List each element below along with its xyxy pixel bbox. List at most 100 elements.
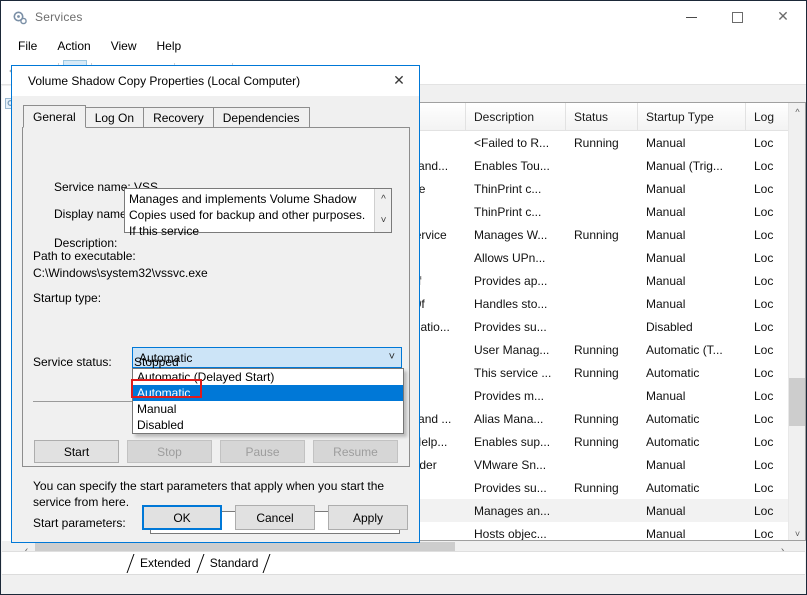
minimize-icon — [686, 17, 697, 18]
dropdown-option[interactable]: Automatic (Delayed Start) — [133, 369, 403, 385]
description-cell: Provides m... — [466, 389, 566, 403]
startup-type-cell: Manual — [638, 297, 746, 311]
startup-type-cell: Manual — [638, 458, 746, 472]
apply-button[interactable]: Apply — [328, 505, 408, 530]
startup-type-cell: Disabled — [638, 320, 746, 334]
description-cell: Alias Mana... — [466, 412, 566, 426]
maximize-button[interactable] — [714, 1, 760, 33]
description-cell: This service ... — [466, 366, 566, 380]
startup-type-cell: Manual — [638, 274, 746, 288]
tab-edge — [263, 554, 271, 573]
description-cell: Manages W... — [466, 228, 566, 242]
scroll-up-icon[interactable]: ^ — [789, 103, 806, 120]
description-cell: VMware Sn... — [466, 458, 566, 472]
startup-type-cell: Automatic — [638, 412, 746, 426]
description-scrollbar[interactable]: ^ ˅ — [374, 189, 391, 232]
scroll-down-icon[interactable]: ˅ — [375, 210, 392, 231]
dialog-title-bar: Volume Shadow Copy Properties (Local Com… — [12, 66, 419, 96]
menu-view[interactable]: View — [101, 36, 147, 56]
minimize-button[interactable] — [668, 1, 714, 33]
description-cell: Hosts objec... — [466, 527, 566, 541]
description-cell: <Failed to R... — [466, 136, 566, 150]
close-icon: ✕ — [777, 10, 789, 24]
tab-standard[interactable]: Standard — [200, 553, 268, 574]
tab-dependencies[interactable]: Dependencies — [213, 107, 310, 128]
menu-file[interactable]: File — [8, 36, 47, 56]
service-status-label: Service status: — [33, 355, 112, 369]
close-button[interactable]: ✕ — [760, 1, 806, 33]
description-cell: ThinPrint c... — [466, 182, 566, 196]
scroll-up-icon[interactable]: ^ — [375, 189, 392, 210]
service-control-buttons: Start Stop Pause Resume — [34, 440, 401, 463]
status-cell: Running — [566, 412, 638, 426]
tab-general[interactable]: General — [23, 105, 86, 128]
service-properties-dialog: Volume Shadow Copy Properties (Local Com… — [11, 65, 420, 543]
description-box[interactable]: Manages and implements Volume Shadow Cop… — [124, 188, 392, 233]
description-cell: Handles sto... — [466, 297, 566, 311]
startup-type-label: Startup type: — [33, 291, 101, 305]
dropdown-option[interactable]: Automatic — [133, 385, 403, 401]
display-name-label: Display name: — [54, 207, 130, 221]
view-tabs: Extended Standard — [2, 551, 805, 574]
status-cell: Running — [566, 481, 638, 495]
status-cell: Running — [566, 136, 638, 150]
window-controls: ✕ — [668, 1, 806, 33]
vertical-scroll-thumb[interactable] — [789, 378, 806, 426]
tab-extended[interactable]: Extended — [130, 553, 200, 574]
startup-type-cell: Manual — [638, 251, 746, 265]
path-to-executable-value: C:\Windows\system32\vssvc.exe — [33, 266, 208, 280]
startup-type-cell: Automatic (T... — [638, 343, 746, 357]
pause-button: Pause — [220, 440, 305, 463]
description-cell: Provides su... — [466, 320, 566, 334]
startup-type-cell: Manual — [638, 136, 746, 150]
chevron-down-icon: ˅ — [389, 351, 395, 363]
description-cell: Enables sup... — [466, 435, 566, 449]
menu-help[interactable]: Help — [147, 36, 192, 56]
status-cell: Running — [566, 435, 638, 449]
status-cell: Running — [566, 366, 638, 380]
menu-action[interactable]: Action — [47, 36, 100, 56]
startup-type-cell: Manual — [638, 389, 746, 403]
scroll-down-icon[interactable]: ˅ — [789, 525, 806, 541]
column-header-status[interactable]: Status — [566, 103, 638, 131]
description-cell: Provides ap... — [466, 274, 566, 288]
divider — [33, 401, 133, 402]
description-value: Manages and implements Volume Shadow Cop… — [129, 191, 369, 239]
dropdown-option[interactable]: Disabled — [133, 417, 403, 433]
window-title: Services — [35, 10, 83, 24]
resume-button: Resume — [313, 440, 398, 463]
dialog-action-buttons: OK Cancel Apply — [142, 505, 408, 530]
maximize-icon — [732, 12, 743, 23]
dialog-tabs: General Log On Recovery Dependencies — [23, 105, 309, 128]
startup-type-cell: Manual — [638, 527, 746, 541]
startup-type-cell: Manual — [638, 205, 746, 219]
column-header-description[interactable]: Description — [466, 103, 566, 131]
title-bar: Services ✕ — [1, 1, 806, 34]
description-cell: Provides su... — [466, 481, 566, 495]
startup-type-cell: Manual (Trig... — [638, 159, 746, 173]
description-cell: Manages an... — [466, 504, 566, 518]
cancel-button[interactable]: Cancel — [235, 505, 315, 530]
list-vertical-scrollbar[interactable]: ^ ˅ — [788, 103, 805, 541]
services-window: Services ✕ File Action View Help — [0, 0, 807, 595]
services-gear-icon — [12, 10, 28, 26]
dialog-close-button[interactable]: ✕ — [379, 66, 419, 95]
startup-type-cell: Automatic — [638, 366, 746, 380]
service-name-label: Service name: — [54, 180, 131, 194]
tab-recovery[interactable]: Recovery — [143, 107, 214, 128]
start-parameters-label: Start parameters: — [33, 516, 126, 530]
column-header-startup-type[interactable]: Startup Type — [638, 103, 746, 131]
startup-type-dropdown-list[interactable]: Automatic (Delayed Start)AutomaticManual… — [132, 368, 404, 434]
ok-button[interactable]: OK — [142, 505, 222, 530]
startup-type-cell: Manual — [638, 182, 746, 196]
dialog-title: Volume Shadow Copy Properties (Local Com… — [28, 74, 300, 88]
description-cell: Allows UPn... — [466, 251, 566, 265]
tab-log-on[interactable]: Log On — [85, 107, 144, 128]
dropdown-option[interactable]: Manual — [133, 401, 403, 417]
description-cell: Enables Tou... — [466, 159, 566, 173]
description-label: Description: — [54, 236, 117, 250]
start-button[interactable]: Start — [34, 440, 119, 463]
startup-type-cell: Manual — [638, 228, 746, 242]
stop-button: Stop — [127, 440, 212, 463]
service-status-value: Stopped — [134, 355, 179, 369]
